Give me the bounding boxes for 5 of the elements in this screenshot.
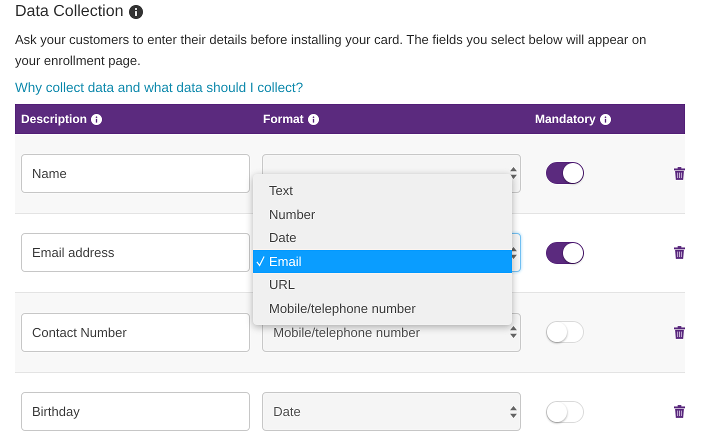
column-header: Mandatory	[535, 112, 596, 126]
column-header: Format	[263, 112, 304, 126]
description-text: Ask your customers to enter their details before installing your card. The fields you select below will appear on your enrollment page.	[15, 31, 648, 70]
section-title: Data Collection	[15, 3, 124, 21]
column-header: Description	[21, 112, 88, 126]
